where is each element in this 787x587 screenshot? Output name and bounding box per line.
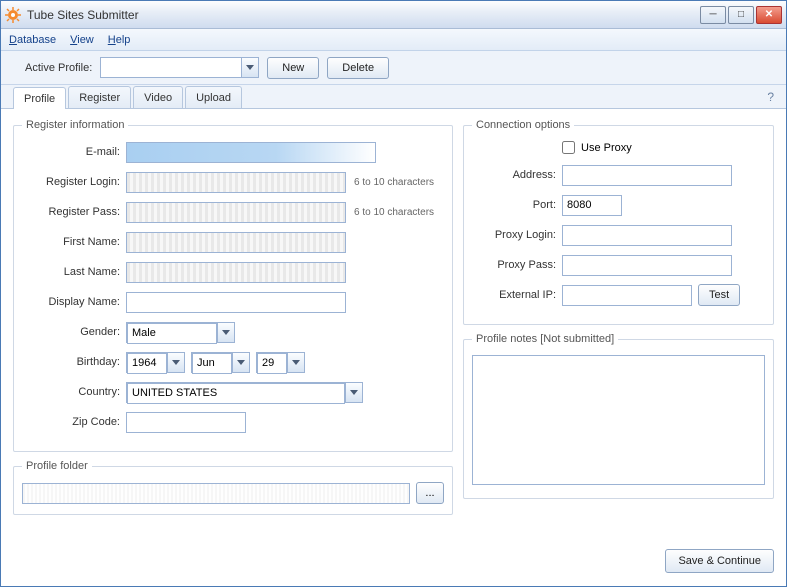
birthday-year-input[interactable]: [127, 353, 167, 374]
gender-label: Gender:: [22, 326, 126, 338]
zip-field[interactable]: [126, 412, 246, 433]
email-field[interactable]: [126, 142, 376, 163]
register-pass-label: Register Pass:: [22, 206, 126, 218]
chevron-down-icon[interactable]: [345, 383, 362, 402]
menubar: Database View Help: [1, 29, 786, 51]
maximize-button[interactable]: □: [728, 6, 754, 24]
window-title: Tube Sites Submitter: [27, 8, 700, 22]
profile-notes-group: Profile notes [Not submitted]: [463, 333, 774, 499]
gender-combo[interactable]: [126, 322, 235, 343]
window-buttons: ─ □ ✕: [700, 6, 782, 24]
footer: Save & Continue: [665, 549, 774, 573]
active-profile-label: Active Profile:: [25, 62, 92, 74]
last-name-label: Last Name:: [22, 266, 126, 278]
browse-button[interactable]: ...: [416, 482, 444, 504]
delete-button[interactable]: Delete: [327, 57, 389, 79]
profile-folder-field[interactable]: [22, 483, 410, 504]
port-label: Port:: [472, 199, 562, 211]
last-name-field[interactable]: [126, 262, 346, 283]
profile-folder-group: Profile folder ...: [13, 460, 453, 515]
profile-folder-legend: Profile folder: [22, 460, 92, 472]
profile-notes-textarea[interactable]: [472, 355, 765, 485]
active-profile-combo[interactable]: [100, 57, 259, 78]
register-information-group: Register information E-mail: Register Lo…: [13, 119, 453, 452]
active-profile-input[interactable]: [101, 58, 241, 77]
connection-options-group: Connection options Use Proxy Address: Po…: [463, 119, 774, 325]
toolbar: Active Profile: New Delete: [1, 51, 786, 85]
test-button[interactable]: Test: [698, 284, 740, 306]
birthday-month-input[interactable]: [192, 353, 232, 374]
chevron-down-icon[interactable]: [241, 58, 258, 77]
profile-notes-legend: Profile notes [Not submitted]: [472, 333, 618, 345]
display-name-label: Display Name:: [22, 296, 126, 308]
tab-upload[interactable]: Upload: [185, 86, 242, 108]
birthday-day-combo[interactable]: [256, 352, 305, 373]
chevron-down-icon[interactable]: [167, 353, 184, 372]
tab-register[interactable]: Register: [68, 86, 131, 108]
close-button[interactable]: ✕: [756, 6, 782, 24]
first-name-field[interactable]: [126, 232, 346, 253]
minimize-button[interactable]: ─: [700, 6, 726, 24]
chevron-down-icon[interactable]: [232, 353, 249, 372]
proxy-login-field[interactable]: [562, 225, 732, 246]
menu-database[interactable]: Database: [9, 34, 56, 46]
titlebar: Tube Sites Submitter ─ □ ✕: [1, 1, 786, 29]
birthday-month-combo[interactable]: [191, 352, 250, 373]
birthday-year-combo[interactable]: [126, 352, 185, 373]
gender-input[interactable]: [127, 323, 217, 344]
chevron-down-icon[interactable]: [217, 323, 234, 342]
tab-video[interactable]: Video: [133, 86, 183, 108]
email-label: E-mail:: [22, 146, 126, 158]
app-icon: [5, 7, 21, 23]
help-icon[interactable]: ?: [767, 90, 774, 104]
address-field[interactable]: [562, 165, 732, 186]
use-proxy-checkbox[interactable]: [562, 141, 575, 154]
country-combo[interactable]: [126, 382, 363, 403]
first-name-label: First Name:: [22, 236, 126, 248]
register-login-label: Register Login:: [22, 176, 126, 188]
register-login-field[interactable]: [126, 172, 346, 193]
chevron-down-icon[interactable]: [287, 353, 304, 372]
proxy-pass-label: Proxy Pass:: [472, 259, 562, 271]
zip-label: Zip Code:: [22, 416, 126, 428]
country-input[interactable]: [127, 383, 345, 404]
content: Register information E-mail: Register Lo…: [1, 109, 786, 586]
save-continue-button[interactable]: Save & Continue: [665, 549, 774, 573]
register-login-hint: 6 to 10 characters: [354, 177, 434, 188]
proxy-login-label: Proxy Login:: [472, 229, 562, 241]
menu-help[interactable]: Help: [108, 34, 131, 46]
birthday-day-input[interactable]: [257, 353, 287, 374]
tabbar: Profile Register Video Upload ?: [1, 85, 786, 109]
address-label: Address:: [472, 169, 562, 181]
new-button[interactable]: New: [267, 57, 319, 79]
tab-profile[interactable]: Profile: [13, 87, 66, 109]
menu-view[interactable]: View: [70, 34, 94, 46]
display-name-field[interactable]: [126, 292, 346, 313]
register-pass-field[interactable]: [126, 202, 346, 223]
birthday-label: Birthday:: [22, 356, 126, 368]
connection-options-legend: Connection options: [472, 119, 574, 131]
external-ip-label: External IP:: [472, 289, 562, 301]
proxy-pass-field[interactable]: [562, 255, 732, 276]
country-label: Country:: [22, 386, 126, 398]
register-information-legend: Register information: [22, 119, 128, 131]
port-field[interactable]: [562, 195, 622, 216]
external-ip-field[interactable]: [562, 285, 692, 306]
register-pass-hint: 6 to 10 characters: [354, 207, 434, 218]
use-proxy-label: Use Proxy: [581, 142, 632, 154]
